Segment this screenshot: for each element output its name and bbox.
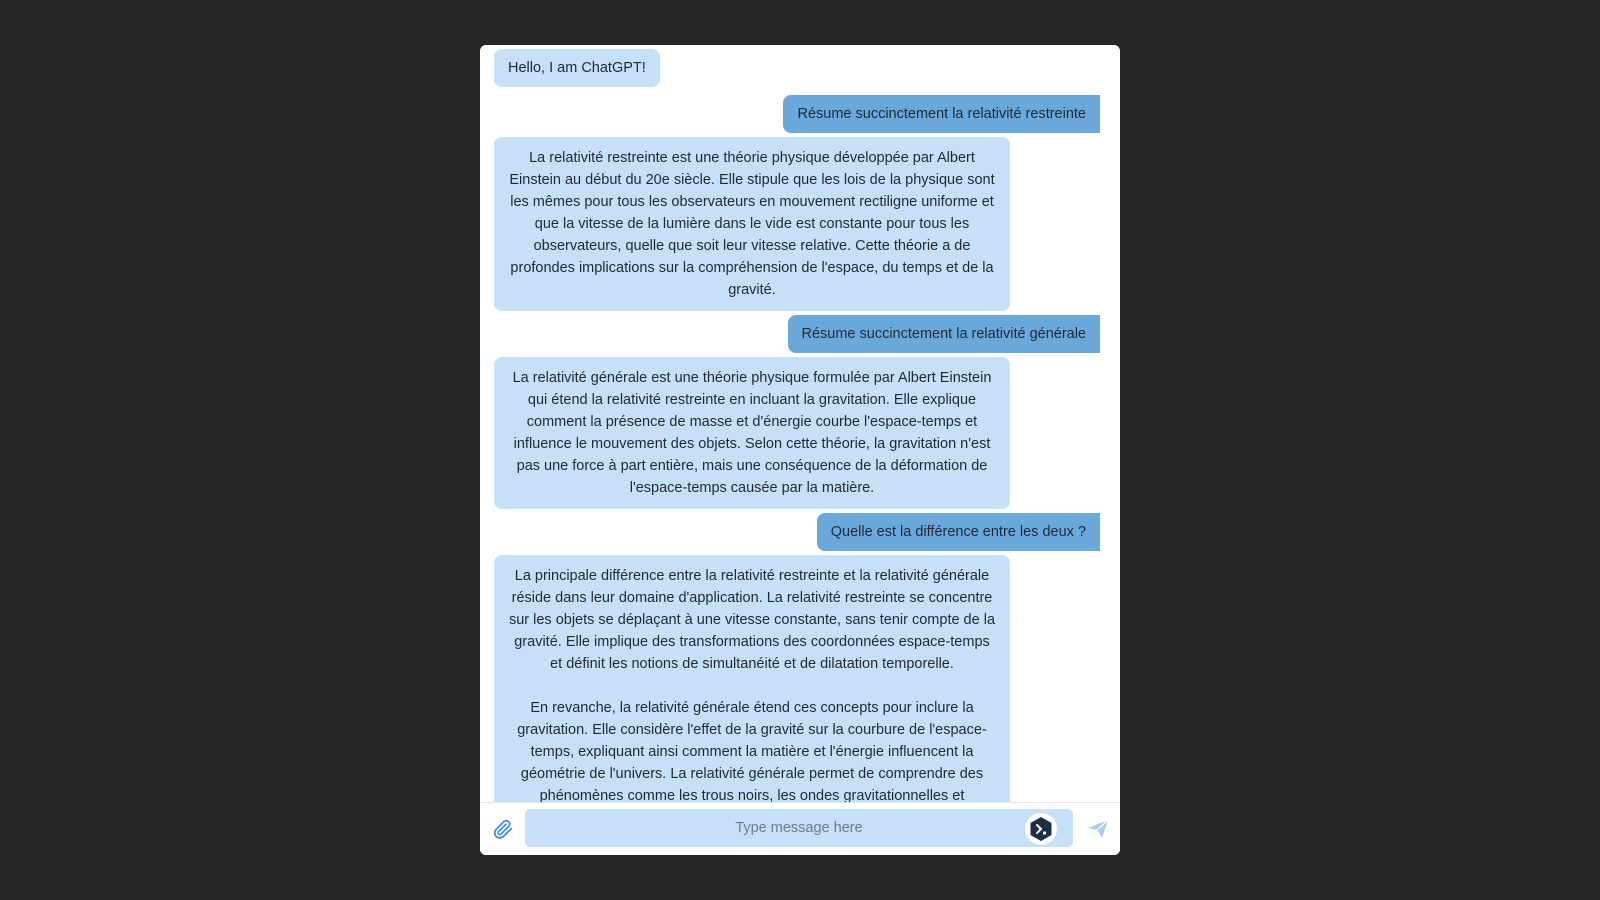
- bot-message-bubble: La principale différence entre la relati…: [494, 555, 1010, 805]
- message-bot: Hello, I am ChatGPT!: [494, 49, 1100, 91]
- user-message-bubble: Quelle est la différence entre les deux …: [816, 513, 1100, 551]
- message-input[interactable]: [525, 809, 1073, 847]
- extension-badge-icon[interactable]: [1025, 813, 1057, 845]
- message-user: Quelle est la différence entre les deux …: [494, 513, 1100, 555]
- message-user: Résume succinctement la relativité génér…: [494, 315, 1100, 357]
- bot-message-bubble: Hello, I am ChatGPT!: [494, 49, 660, 87]
- user-message-bubble: Résume succinctement la relativité restr…: [783, 95, 1100, 133]
- bot-message-bubble: La relativité générale est une théorie p…: [494, 357, 1010, 509]
- send-icon[interactable]: [1086, 817, 1110, 841]
- user-message-bubble: Résume succinctement la relativité génér…: [787, 315, 1100, 353]
- chat-window: Hello, I am ChatGPT! Résume succinctemen…: [480, 45, 1120, 855]
- paperclip-icon[interactable]: [492, 818, 514, 840]
- message-input-container: [525, 809, 1073, 847]
- message-user: Résume succinctement la relativité restr…: [494, 95, 1100, 137]
- message-list[interactable]: Hello, I am ChatGPT! Résume succinctemen…: [480, 45, 1120, 805]
- message-composer: [480, 802, 1120, 855]
- bot-message-bubble: La relativité restreinte est une théorie…: [494, 137, 1010, 311]
